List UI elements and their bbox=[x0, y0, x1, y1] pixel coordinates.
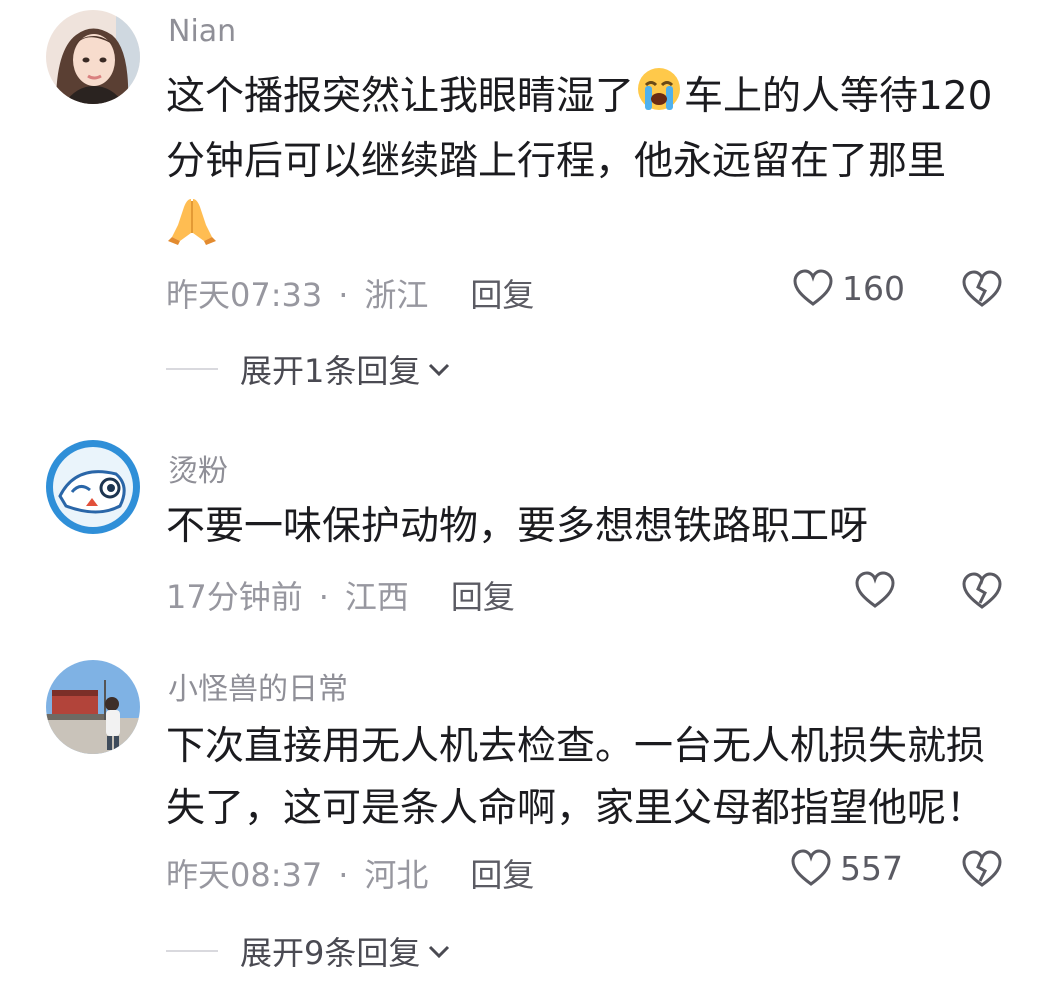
like-button[interactable]: 557 bbox=[790, 848, 903, 888]
like-count: 160 bbox=[842, 268, 905, 308]
reply-button[interactable]: 回复 bbox=[470, 276, 534, 314]
like-button[interactable]: 160 bbox=[792, 268, 905, 308]
comment-time: 17分钟前 bbox=[166, 578, 303, 616]
comment-text: 下次直接用无人机去检查。一台无人机损失就损 失了，这可是条人命啊，家里父母都指望… bbox=[166, 716, 985, 840]
expand-replies-label: 展开1条回复 bbox=[240, 352, 421, 390]
comment-text-line: 不要一味保护动物，要多想想铁路职工呀 bbox=[166, 504, 869, 549]
divider-line bbox=[166, 950, 218, 952]
avatar[interactable] bbox=[46, 660, 140, 754]
comment-location: 浙江 bbox=[364, 276, 429, 314]
broken-heart-icon[interactable] bbox=[960, 570, 1004, 612]
comment-text-line: 这个播报突然让我眼睛湿了 bbox=[166, 74, 635, 119]
chevron-down-icon bbox=[429, 363, 450, 377]
expand-replies-button[interactable]: 展开9条回复 bbox=[166, 928, 452, 974]
expand-replies-label: 展开9条回复 bbox=[240, 934, 421, 972]
comment-text-line: 车上的人等待120 bbox=[684, 74, 993, 119]
comment-meta: 昨天08:37 · 河北 回复 bbox=[166, 850, 534, 896]
comment-text-line: 分钟后可以继续踏上行程，他永远留在了那里 bbox=[166, 139, 947, 184]
comment-author[interactable]: 小怪兽的日常 bbox=[168, 664, 348, 708]
separator-dot: · bbox=[318, 578, 329, 616]
separator-dot: · bbox=[338, 276, 349, 314]
reply-button[interactable]: 回复 bbox=[451, 578, 515, 616]
cartoon-avatar-image bbox=[46, 440, 140, 534]
reply-button[interactable]: 回复 bbox=[470, 856, 534, 894]
crying-face-emoji bbox=[636, 66, 682, 131]
comment-meta: 昨天07:33 · 浙江 回复 bbox=[166, 270, 534, 316]
expand-replies-button[interactable]: 展开1条回复 bbox=[166, 346, 452, 392]
comment-text: 这个播报突然让我眼睛湿了 车上的人等待120 分钟后可以继续踏上行程，他永远留在了… bbox=[166, 66, 992, 264]
broken-heart-icon[interactable] bbox=[960, 848, 1004, 890]
woman-avatar-image bbox=[46, 10, 140, 104]
comment-text-line: 失了，这可是条人命啊，家里父母都指望他呢！ bbox=[166, 786, 986, 831]
like-count: 557 bbox=[840, 848, 903, 888]
chevron-down-icon bbox=[429, 945, 450, 959]
like-button[interactable] bbox=[854, 570, 904, 610]
heart-outline-icon bbox=[855, 571, 895, 608]
folded-hands-emoji bbox=[166, 193, 218, 264]
comment-location: 江西 bbox=[344, 578, 409, 616]
avatar[interactable] bbox=[46, 10, 140, 104]
comment-time: 昨天08:37 bbox=[166, 856, 323, 894]
comment-text-line: 下次直接用无人机去检查。一台无人机损失就损 bbox=[166, 724, 986, 769]
photo-avatar-image bbox=[46, 660, 140, 754]
separator-dot: · bbox=[338, 856, 349, 894]
comment-location: 河北 bbox=[364, 856, 429, 894]
comment-meta: 17分钟前 · 江西 回复 bbox=[166, 572, 515, 618]
avatar[interactable] bbox=[46, 440, 140, 534]
comment-author[interactable]: Nian bbox=[168, 14, 236, 49]
comment-author[interactable]: 烫粉 bbox=[168, 446, 228, 490]
comment-time: 昨天07:33 bbox=[166, 276, 323, 314]
broken-heart-icon[interactable] bbox=[960, 268, 1004, 310]
divider-line bbox=[166, 368, 218, 370]
heart-outline-icon bbox=[793, 269, 833, 306]
comment-text: 不要一味保护动物，要多想想铁路职工呀 bbox=[166, 496, 868, 558]
heart-outline-icon bbox=[791, 849, 831, 886]
